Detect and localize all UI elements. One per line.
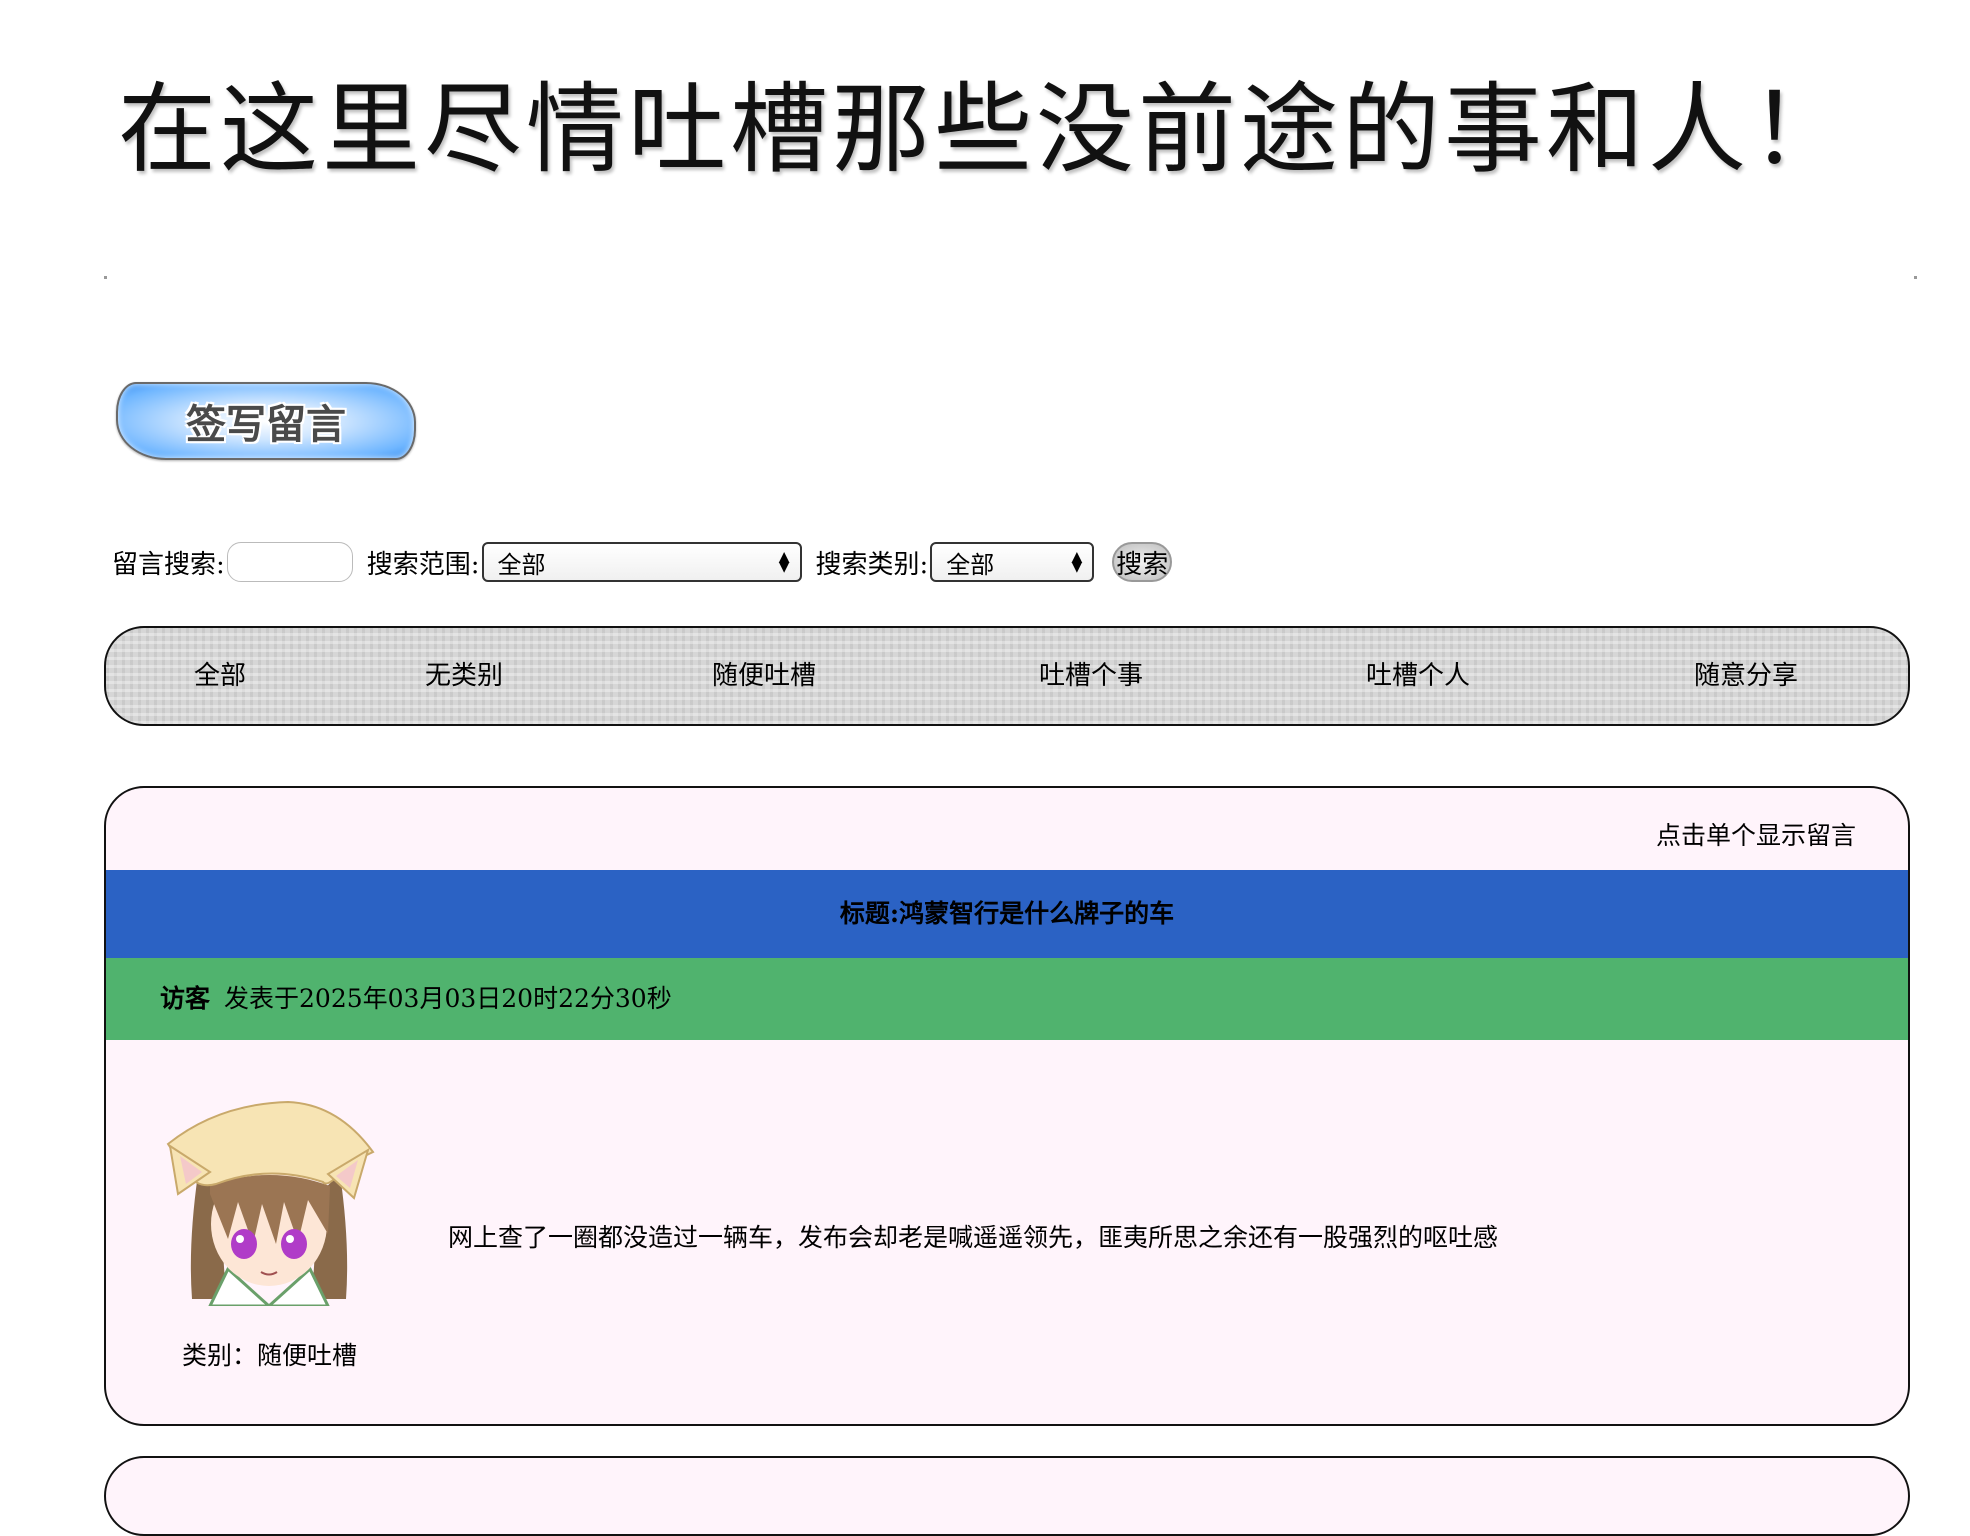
select-arrows-icon: ▲ ▼ bbox=[778, 549, 790, 575]
message-meta: 访客 发表于2025年03月03日20时22分30秒 bbox=[106, 958, 1908, 1040]
message-title: 标题:鸿蒙智行是什么牌子的车 bbox=[106, 870, 1908, 958]
banner: 在这里尽情吐槽那些没前途的事和人！ bbox=[0, 0, 1970, 290]
search-category-label: 搜索类别: bbox=[815, 549, 929, 580]
banner-title: 在这里尽情吐槽那些没前途的事和人！ bbox=[117, 73, 1852, 187]
search-keyword-input[interactable] bbox=[226, 542, 353, 582]
search-range-select[interactable]: 全部 ▲ ▼ bbox=[481, 542, 802, 582]
category-tab-share[interactable]: 随意分享 bbox=[1694, 628, 1798, 724]
category-nav: 全部 无类别 随便吐槽 吐槽个事 吐槽个人 随意分享 bbox=[104, 626, 1910, 726]
category-tab-none[interactable]: 无类别 bbox=[425, 628, 503, 724]
search-category-value: 全部 bbox=[946, 550, 995, 579]
sign-message-button[interactable]: 签写留言 bbox=[116, 382, 416, 460]
message-timestamp: 发表于2025年03月03日20时22分30秒 bbox=[224, 984, 672, 1013]
category-tab-all[interactable]: 全部 bbox=[194, 628, 246, 724]
select-arrows-icon: ▲ ▼ bbox=[1071, 549, 1083, 575]
show-single-message-link[interactable]: 点击单个显示留言 bbox=[1656, 816, 1856, 852]
banner-corner-dot bbox=[1914, 276, 1917, 279]
search-bar: 留言搜索: 搜索范围: 全部 ▲ ▼ 搜索类别: 全部 ▲ ▼ 搜索 bbox=[112, 538, 1173, 586]
message-card bbox=[104, 1456, 1910, 1536]
search-category-select[interactable]: 全部 ▲ ▼ bbox=[930, 542, 1095, 582]
message-card: 点击单个显示留言 标题:鸿蒙智行是什么牌子的车 访客 发表于2025年03月03日… bbox=[104, 786, 1910, 1426]
search-button[interactable]: 搜索 bbox=[1112, 542, 1173, 582]
message-author: 访客 bbox=[160, 984, 211, 1013]
anime-cat-girl-avatar-icon bbox=[166, 1100, 375, 1306]
search-range-label: 搜索范围: bbox=[366, 549, 480, 580]
category-tab-people[interactable]: 吐槽个人 bbox=[1366, 628, 1470, 724]
search-keyword-label: 留言搜索: bbox=[112, 549, 225, 580]
category-tab-events[interactable]: 吐槽个事 bbox=[1039, 628, 1143, 724]
banner-corner-dot bbox=[104, 276, 107, 279]
category-tab-casual[interactable]: 随便吐槽 bbox=[712, 628, 816, 724]
search-range-value: 全部 bbox=[497, 550, 546, 579]
message-category: 类别：随便吐槽 bbox=[182, 1341, 358, 1370]
message-body: 网上查了一圈都没造过一辆车，发布会却老是喊遥遥领先，匪夷所思之余还有一股强烈的呕… bbox=[448, 1223, 1499, 1252]
